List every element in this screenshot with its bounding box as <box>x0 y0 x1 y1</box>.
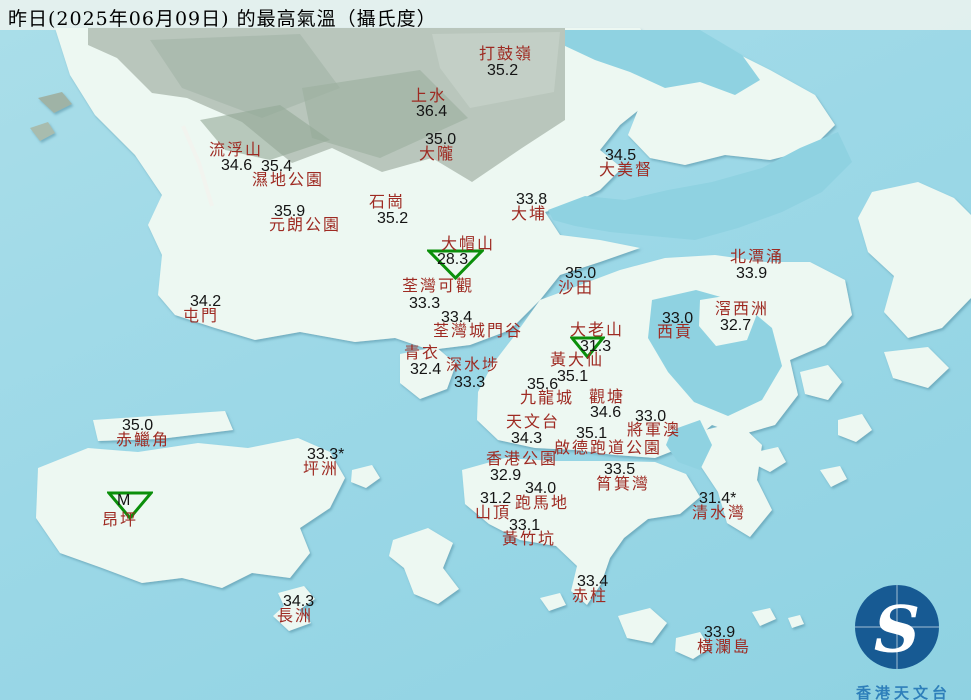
station-value: 31.3 <box>580 338 612 355</box>
station-value: 35.1 <box>576 425 608 442</box>
station-name: 赤鱲角 <box>116 430 171 449</box>
station-name: 坪洲 <box>303 459 340 478</box>
hko-logo-chinese: 香港天文台 <box>855 684 951 700</box>
station-name: 長洲 <box>277 606 314 625</box>
station-value: 33.4 <box>577 573 609 590</box>
station-name: 流浮山 <box>209 140 264 159</box>
station-value: 33.8 <box>516 191 548 208</box>
station-name: 深水埗 <box>446 355 501 374</box>
station-name: 大隴 <box>419 144 456 163</box>
station-value: 33.3* <box>307 446 345 463</box>
station-name: 橫瀾島 <box>697 637 752 656</box>
station-name: 香港公園 <box>486 449 559 468</box>
station-name: 筲箕灣 <box>596 474 651 493</box>
station-value: 34.3 <box>511 430 543 447</box>
station-name: 啟德跑道公園 <box>554 438 663 457</box>
station-value: 33.4 <box>441 309 473 326</box>
station-value: 34.5 <box>605 147 637 164</box>
station-value: 35.4 <box>261 158 293 175</box>
station-name: 屯門 <box>183 306 220 325</box>
station-name: 天文台 <box>506 412 561 431</box>
station-value: 33.1 <box>509 517 541 534</box>
page-title: 昨日(2025年06月09日) 的最高氣溫（攝氏度） <box>8 8 437 30</box>
station-value: 34.6 <box>590 404 622 421</box>
station-value: 34.0 <box>525 480 557 497</box>
station-name: 滘西洲 <box>715 299 770 318</box>
station-value: 33.9 <box>736 265 768 282</box>
station-name: 大老山 <box>570 320 625 339</box>
station-value: 35.0 <box>565 265 597 282</box>
station-name: 赤柱 <box>572 586 609 605</box>
station-value: 35.9 <box>274 203 306 220</box>
station-value: 34.2 <box>190 293 222 310</box>
station-name: 山頂 <box>475 503 512 522</box>
station-name: 大埔 <box>511 204 548 223</box>
station-value: 33.5 <box>604 461 636 478</box>
station-value: 35.0 <box>122 417 154 434</box>
station-name: 上水 <box>411 86 448 105</box>
hko-logo-icon: S <box>855 585 939 669</box>
station-name: 大帽山 <box>441 234 496 253</box>
hko-logo: S 香港天文台 HONG KONG OBSERVATORY <box>836 580 971 700</box>
station-value: 32.4 <box>410 361 442 378</box>
station-value: 33.3 <box>454 374 486 391</box>
station-name: 昂坪 <box>102 510 139 529</box>
station-value: 35.2 <box>487 62 519 79</box>
max-temperature-map: 昨日(2025年06月09日) 的最高氣溫（攝氏度） 35.2 打鼓嶺 36.4 上水… <box>0 0 971 700</box>
station-value: 35.2 <box>377 210 409 227</box>
station-value: 35.1 <box>557 368 589 385</box>
station-name: 北潭涌 <box>730 247 785 266</box>
station-value: 32.7 <box>720 317 752 334</box>
station-value: 32.9 <box>490 467 522 484</box>
svg-text:S: S <box>874 593 920 668</box>
station-name: 青衣 <box>404 343 441 362</box>
station-value: 35.0 <box>425 131 457 148</box>
station-value: 36.4 <box>416 103 448 120</box>
station-name: 石崗 <box>369 192 406 211</box>
station-value: 31.2 <box>480 490 512 507</box>
station-value: 33.3 <box>409 295 441 312</box>
station-value: 33.9 <box>704 624 736 641</box>
station-name: 打鼓嶺 <box>479 44 534 63</box>
hong-kong-map <box>0 0 971 659</box>
station-value: 34.3 <box>283 593 315 610</box>
station-name: 清水灣 <box>692 503 747 522</box>
station-name: 跑馬地 <box>515 493 570 512</box>
station-value: 34.6 <box>221 157 253 174</box>
station-value: 35.6 <box>527 376 559 393</box>
station-name: 大美督 <box>599 160 654 179</box>
station-value: 33.0 <box>662 310 694 327</box>
station-value: 33.0 <box>635 408 667 425</box>
station-name: 荃灣可觀 <box>402 276 475 295</box>
station-value: 31.4* <box>699 490 737 507</box>
station-value: M <box>117 492 131 509</box>
station-name: 觀塘 <box>589 387 626 406</box>
station-value: 28.3 <box>437 251 469 268</box>
station-name: 沙田 <box>558 278 595 297</box>
